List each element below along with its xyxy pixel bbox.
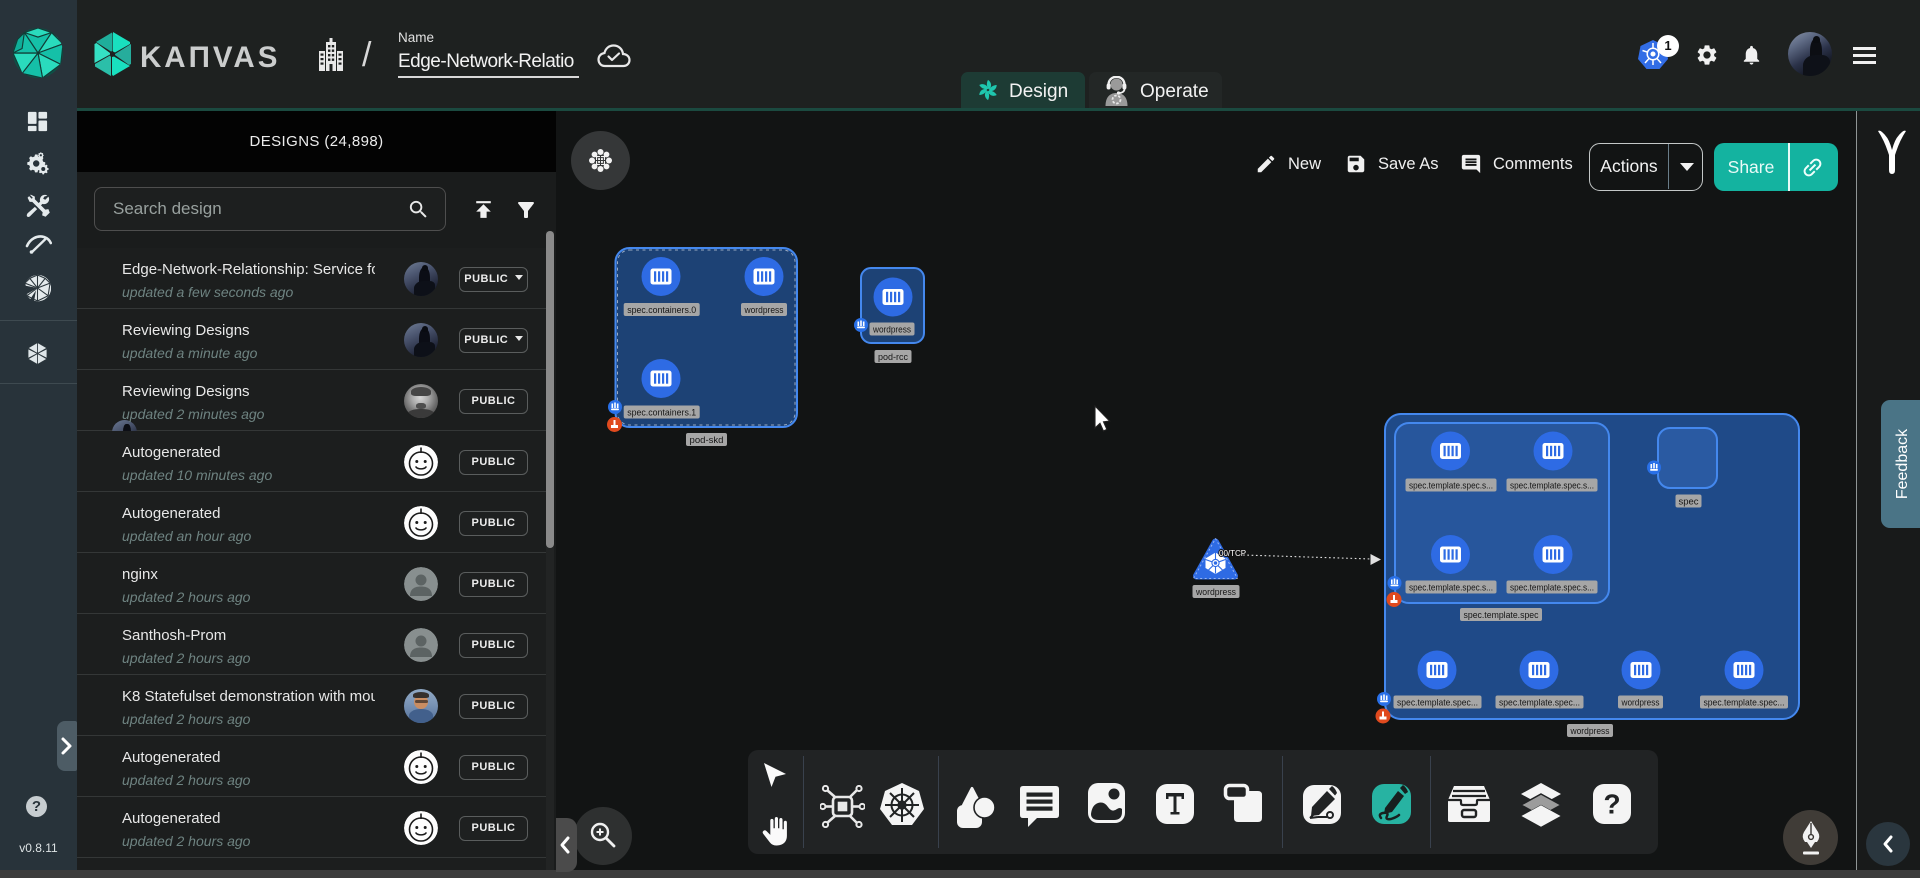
- svg-text:spec.template.spec: spec.template.spec: [1464, 610, 1539, 621]
- svg-text:spec.containers.1: spec.containers.1: [627, 407, 696, 418]
- svg-text:wordpress: wordpress: [744, 305, 784, 316]
- svg-text:spec.template.spec...: spec.template.spec...: [1499, 697, 1580, 708]
- svg-text:spec.containers.0: spec.containers.0: [627, 305, 696, 316]
- svg-text:pod-rcc: pod-rcc: [878, 352, 908, 363]
- svg-text:spec: spec: [1678, 496, 1698, 507]
- svg-text:wordpress: wordpress: [1621, 697, 1660, 708]
- svg-text:wordpress: wordpress: [872, 324, 911, 335]
- svg-text:spec.template.spec...: spec.template.spec...: [1704, 697, 1785, 708]
- svg-text:spec.template.spec.s...: spec.template.spec.s...: [1409, 582, 1493, 593]
- svg-text:spec.template.spec.s...: spec.template.spec.s...: [1510, 480, 1594, 491]
- svg-text:wordpress: wordpress: [1195, 587, 1236, 598]
- svg-text:spec.template.spec.s...: spec.template.spec.s...: [1409, 480, 1493, 491]
- svg-text:00/TCP: 00/TCP: [1219, 549, 1246, 558]
- svg-text:wordpress: wordpress: [1570, 726, 1610, 737]
- svg-text:pod-skd: pod-skd: [690, 435, 724, 446]
- svg-text:spec.template.spec.s...: spec.template.spec.s...: [1510, 582, 1594, 593]
- svg-text:spec.template.spec...: spec.template.spec...: [1397, 697, 1478, 708]
